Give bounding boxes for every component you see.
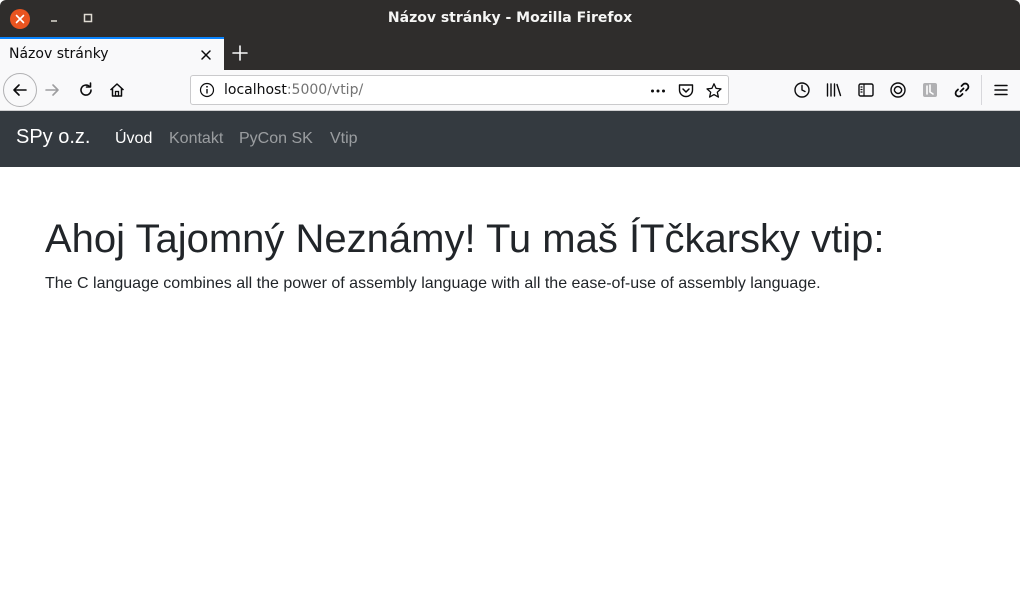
url-path: :5000/vtip/: [286, 82, 364, 98]
clock-icon: [794, 82, 810, 98]
link-icon: [954, 82, 970, 98]
pocket-button[interactable]: [677, 82, 695, 100]
copy-link-button[interactable]: [953, 81, 971, 99]
toolbar-separator: [981, 75, 982, 105]
page-content: SPy o.z. Úvod Kontakt PyCon SK Vtip Ahoj…: [0, 111, 1020, 606]
forward-button[interactable]: [42, 80, 62, 100]
url-text[interactable]: localhost:5000/vtip/: [224, 82, 363, 98]
library-icon: [826, 83, 842, 97]
window-title: Názov stránky - Mozilla Firefox: [387, 10, 633, 26]
joke-text: The C language combines all the power of…: [45, 275, 821, 292]
browser-toolbar: localhost:5000/vtip/: [0, 70, 1020, 111]
sidebar-toggle-button[interactable]: [857, 81, 875, 99]
nav-link-kontakt[interactable]: Kontakt: [169, 130, 223, 148]
close-icon: [201, 50, 211, 60]
hamburger-menu-icon: [994, 84, 1008, 96]
page-heading: Ahoj Tajomný Neznámy! Tu maš ÍTčkarsky v…: [45, 217, 885, 261]
extension-icon: [923, 83, 937, 97]
pocket-icon: [678, 84, 694, 98]
site-info-button[interactable]: [199, 82, 215, 98]
tab-strip: Názov stránky: [0, 37, 1020, 70]
window-titlebar: Názov stránky - Mozilla Firefox: [0, 0, 1020, 37]
tab-close-button[interactable]: [198, 47, 214, 63]
reload-icon: [80, 82, 92, 96]
url-bar[interactable]: localhost:5000/vtip/: [190, 75, 729, 105]
arrow-left-icon: [13, 84, 27, 96]
nav-link-pycon-sk[interactable]: PyCon SK: [239, 130, 313, 148]
nav-link-vtip[interactable]: Vtip: [330, 130, 358, 148]
history-button[interactable]: [793, 81, 811, 99]
back-button[interactable]: [3, 73, 37, 107]
bookmark-star-button[interactable]: [705, 82, 723, 100]
app-menu-button[interactable]: [992, 81, 1010, 99]
new-tab-button[interactable]: [231, 44, 249, 62]
star-icon: [706, 83, 722, 98]
sync-button[interactable]: [889, 81, 907, 99]
nav-link-uvod[interactable]: Úvod: [115, 130, 152, 148]
library-button[interactable]: [825, 81, 843, 99]
sidebar-icon: [858, 83, 874, 97]
arrow-right-icon: [45, 84, 59, 96]
extension-button[interactable]: [921, 81, 939, 99]
page-actions-button[interactable]: [649, 82, 667, 100]
home-button[interactable]: [107, 80, 127, 100]
site-brand-link[interactable]: SPy o.z.: [16, 126, 90, 149]
tab-nazov-stranky[interactable]: Názov stránky: [0, 37, 224, 70]
home-icon: [109, 83, 125, 97]
sync-icon: [890, 82, 906, 98]
tab-label: Názov stránky: [9, 46, 109, 62]
info-icon: [199, 82, 215, 98]
reload-button[interactable]: [76, 80, 96, 100]
url-host: localhost: [224, 82, 287, 98]
more-horizontal-icon: [651, 89, 665, 93]
site-navbar: SPy o.z. Úvod Kontakt PyCon SK Vtip: [0, 111, 1020, 167]
plus-icon: [232, 45, 248, 61]
